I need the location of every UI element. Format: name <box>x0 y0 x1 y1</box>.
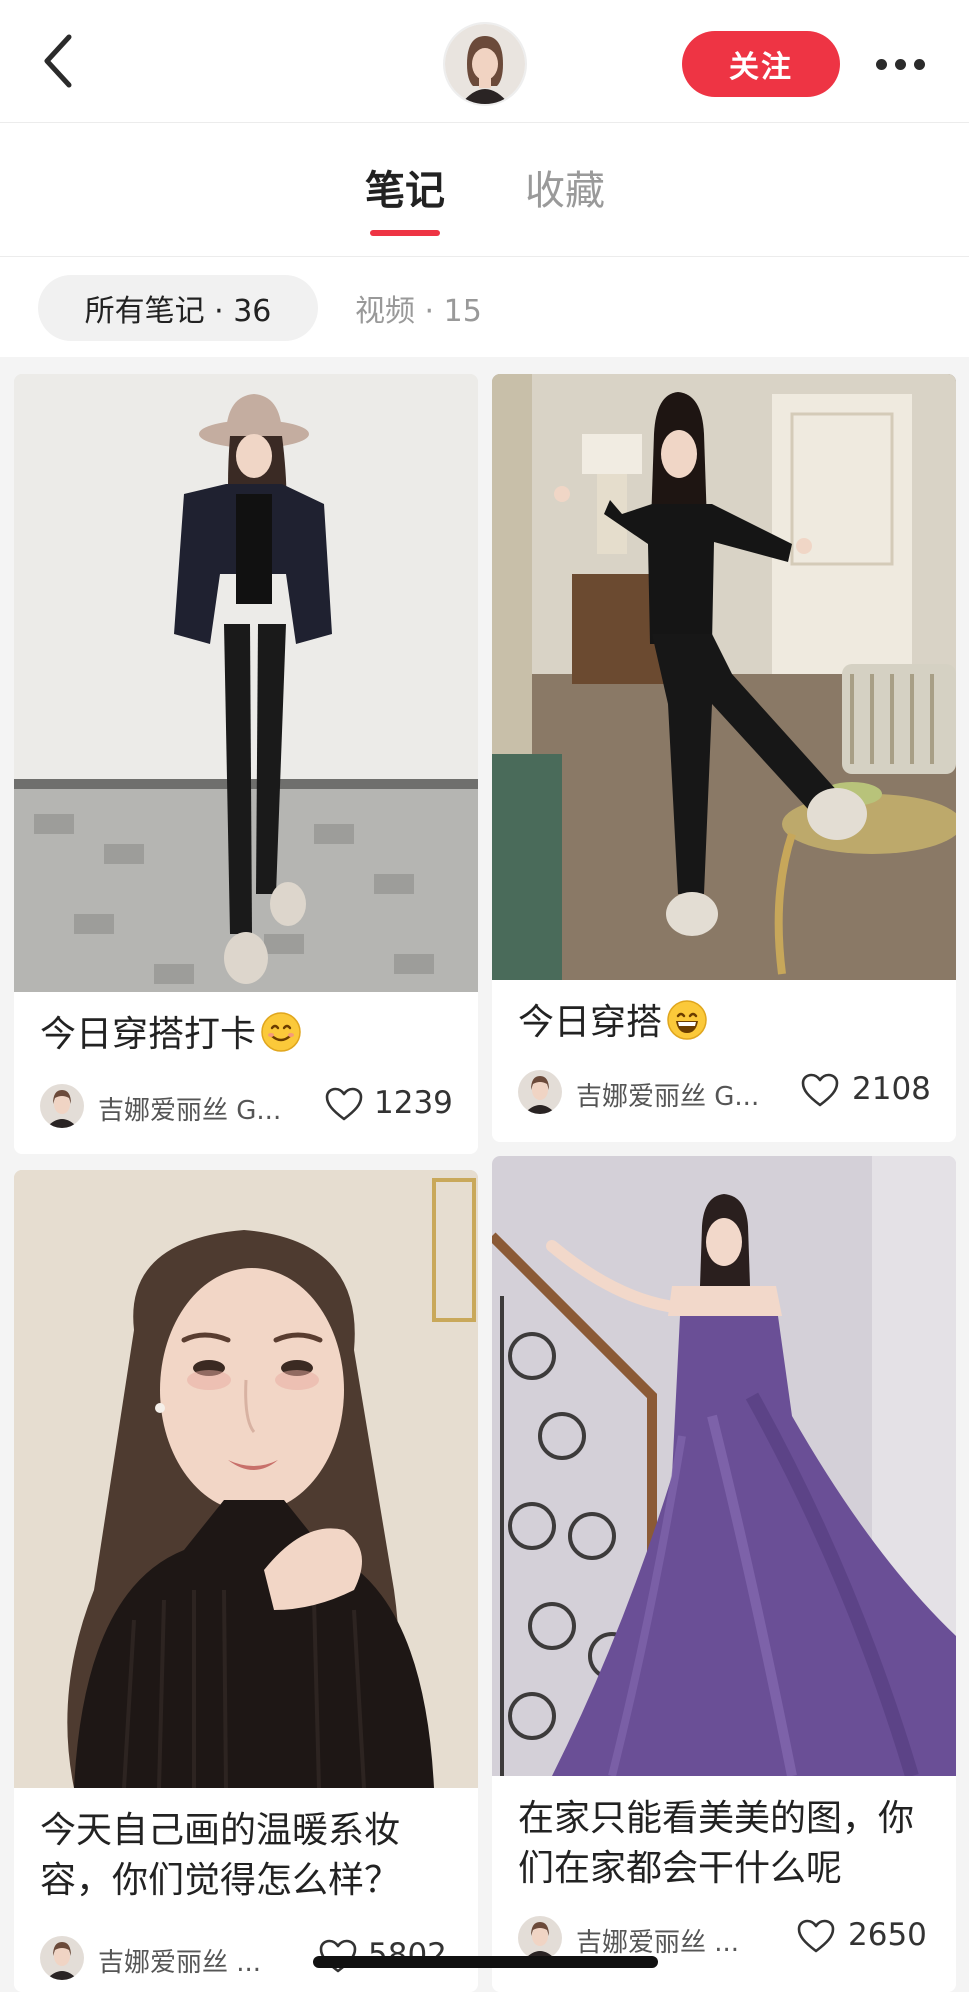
like-count: 1239 <box>374 1085 453 1121</box>
note-card[interactable]: 今日穿搭打卡 吉娜爱丽丝 G... 1239 <box>14 374 478 1154</box>
more-dots-icon <box>875 58 887 70</box>
like-count: 2108 <box>852 1071 931 1107</box>
active-tab-indicator <box>370 230 440 236</box>
follow-button[interactable]: 关注 <box>682 31 840 97</box>
grinning-face-icon <box>667 1000 707 1040</box>
tab-saved[interactable]: 收藏 <box>525 171 605 211</box>
author-name[interactable]: 吉娜爱丽丝 ... <box>576 1922 776 1959</box>
heart-icon[interactable] <box>324 1086 364 1122</box>
filter-all-notes[interactable]: 所有笔记 · 36 <box>38 275 318 341</box>
smiling-face-icon <box>261 1012 301 1052</box>
author-avatar[interactable] <box>40 1084 84 1128</box>
filter-bar: 所有笔记 · 36 视频 · 15 <box>0 257 969 357</box>
more-options-button[interactable] <box>864 42 936 86</box>
back-button[interactable] <box>30 30 86 92</box>
chevron-left-icon <box>44 34 72 88</box>
author-avatar[interactable] <box>40 1936 84 1980</box>
author-name[interactable]: 吉娜爱丽丝 G... <box>576 1076 776 1113</box>
note-title: 今日穿搭打卡 <box>40 1010 458 1060</box>
note-title: 在家只能看美美的图，你们在家都会干什么呢 <box>518 1798 915 1889</box>
note-cover-image <box>492 1156 956 1776</box>
note-card[interactable]: 今天自己画的温暖系妆容，你们觉得怎么样？ 吉娜爱丽丝 ... 5802 <box>14 1170 478 1992</box>
content-tabs: 笔记 收藏 <box>0 123 969 257</box>
filter-videos[interactable]: 视频 · 15 <box>355 275 482 341</box>
profile-avatar[interactable] <box>443 22 527 106</box>
note-cover-image <box>14 374 478 992</box>
tab-notes[interactable]: 笔记 <box>365 171 445 211</box>
author-avatar[interactable] <box>518 1916 562 1960</box>
note-cover-image <box>492 374 956 980</box>
author-name[interactable]: 吉娜爱丽丝 ... <box>98 1942 298 1979</box>
note-cover-image <box>14 1170 478 1788</box>
top-bar: 关注 <box>0 0 969 123</box>
author-name[interactable]: 吉娜爱丽丝 G... <box>98 1090 298 1127</box>
heart-icon[interactable] <box>800 1072 840 1108</box>
heart-icon[interactable] <box>796 1918 836 1954</box>
note-title: 今天自己画的温暖系妆容，你们觉得怎么样？ <box>40 1810 401 1901</box>
avatar-image <box>445 24 525 104</box>
author-avatar[interactable] <box>518 1070 562 1114</box>
like-count: 2650 <box>848 1917 927 1953</box>
note-card[interactable]: 今日穿搭 吉娜爱丽丝 G... 2108 <box>492 374 956 1142</box>
home-indicator[interactable] <box>313 1956 658 1968</box>
note-card[interactable]: 在家只能看美美的图，你们在家都会干什么呢 吉娜爱丽丝 ... 2650 <box>492 1156 956 1992</box>
note-title: 今日穿搭 <box>518 998 936 1048</box>
